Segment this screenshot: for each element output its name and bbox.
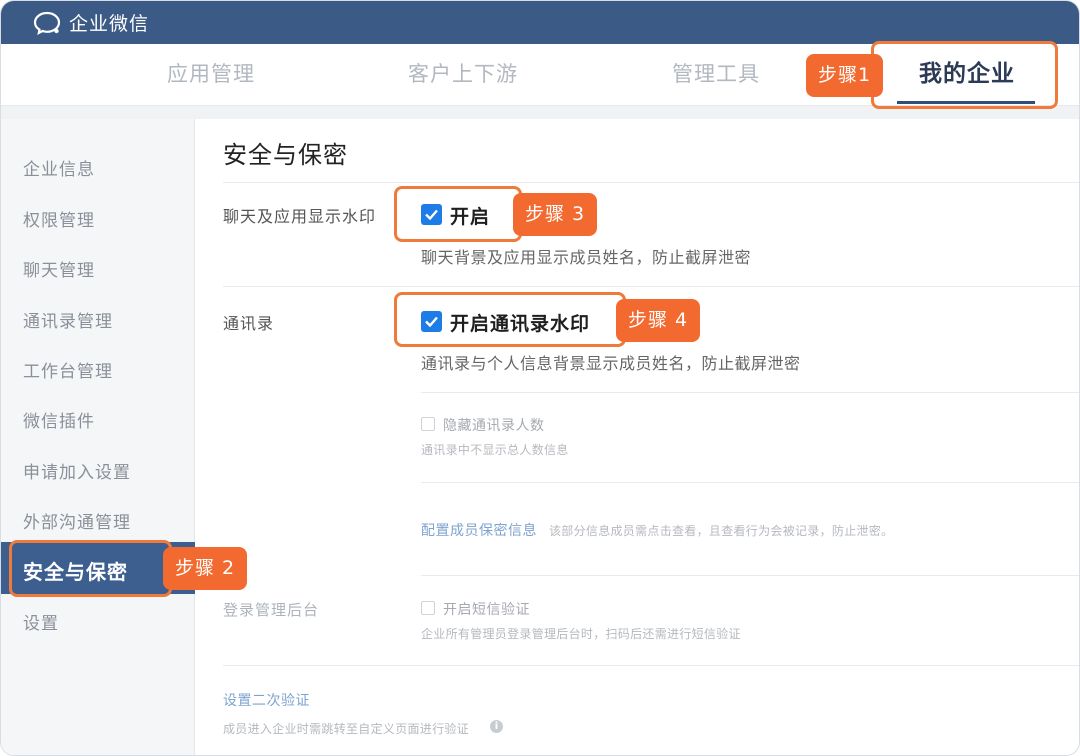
sidebar-item-settings[interactable]: 设置 bbox=[23, 609, 59, 634]
divider bbox=[421, 575, 1079, 576]
divider bbox=[223, 182, 1079, 183]
contacts-watermark-description: 通讯录与个人信息背景显示成员姓名，防止截屏泄密 bbox=[421, 354, 801, 373]
sidebar-item-join-settings[interactable]: 申请加入设置 bbox=[23, 458, 131, 483]
chat-watermark-label: 聊天及应用显示水印 bbox=[223, 207, 377, 226]
step-3-badge: 步骤 3 bbox=[513, 193, 598, 236]
hide-count-description: 通讯录中不显示总人数信息 bbox=[421, 443, 569, 457]
divider bbox=[421, 392, 1079, 393]
sidebar-item-external[interactable]: 外部沟通管理 bbox=[23, 508, 131, 533]
tab-customers[interactable]: 客户上下游 bbox=[408, 44, 518, 106]
sidebar-item-wechat-plugin[interactable]: 微信插件 bbox=[23, 407, 95, 432]
privacy-config-description: 该部分信息成员需点击查看，且查看行为会被记录，防止泄密。 bbox=[549, 524, 894, 538]
hide-count-label[interactable]: 隐藏通讯录人数 bbox=[443, 415, 545, 435]
info-icon[interactable]: i bbox=[490, 720, 503, 733]
second-verify-description: 成员进入企业时需跳转至自定义页面进行验证 bbox=[223, 722, 470, 736]
sms-verify-description: 企业所有管理员登录管理后台时，扫码后还需进行短信验证 bbox=[421, 627, 741, 641]
page-title: 安全与保密 bbox=[223, 141, 348, 169]
title-bar: 企业微信 bbox=[1, 1, 1079, 44]
divider bbox=[223, 665, 1079, 666]
wecom-logo-icon bbox=[33, 11, 61, 35]
sidebar-item-chat[interactable]: 聊天管理 bbox=[23, 256, 95, 281]
highlight-tab bbox=[871, 41, 1058, 109]
divider bbox=[223, 286, 1079, 287]
sidebar-item-workbench[interactable]: 工作台管理 bbox=[23, 357, 113, 382]
highlight-sidebar bbox=[9, 540, 172, 597]
sidebar-item-company-info[interactable]: 企业信息 bbox=[23, 155, 95, 180]
chat-watermark-description: 聊天背景及应用显示成员姓名，防止截屏泄密 bbox=[421, 248, 752, 267]
sms-verify-checkbox[interactable] bbox=[421, 601, 435, 615]
privacy-config-link[interactable]: 配置成员保密信息 bbox=[421, 520, 537, 540]
sidebar-item-contacts[interactable]: 通讯录管理 bbox=[23, 307, 113, 332]
app-window: 企业微信 应用管理 客户上下游 管理工具 我的企业 企业信息 权限管理 聊天管理… bbox=[0, 0, 1080, 756]
step-4-badge: 步骤 4 bbox=[616, 299, 701, 342]
second-verify-link[interactable]: 设置二次验证 bbox=[223, 690, 310, 710]
admin-login-label: 登录管理后台 bbox=[223, 601, 320, 619]
highlight-contacts-checkbox bbox=[394, 292, 626, 347]
step-2-badge: 步骤 2 bbox=[163, 547, 248, 590]
tab-apps[interactable]: 应用管理 bbox=[167, 44, 255, 106]
sidebar-item-permissions[interactable]: 权限管理 bbox=[23, 206, 95, 231]
contacts-label: 通讯录 bbox=[223, 314, 275, 333]
sms-verify-label[interactable]: 开启短信验证 bbox=[443, 599, 530, 619]
hide-count-checkbox[interactable] bbox=[421, 417, 435, 431]
step-1-badge: 步骤1 bbox=[806, 54, 884, 97]
tab-tools[interactable]: 管理工具 bbox=[672, 44, 760, 106]
highlight-chat-checkbox bbox=[394, 186, 522, 242]
app-title: 企业微信 bbox=[69, 13, 150, 35]
divider bbox=[421, 482, 1079, 483]
